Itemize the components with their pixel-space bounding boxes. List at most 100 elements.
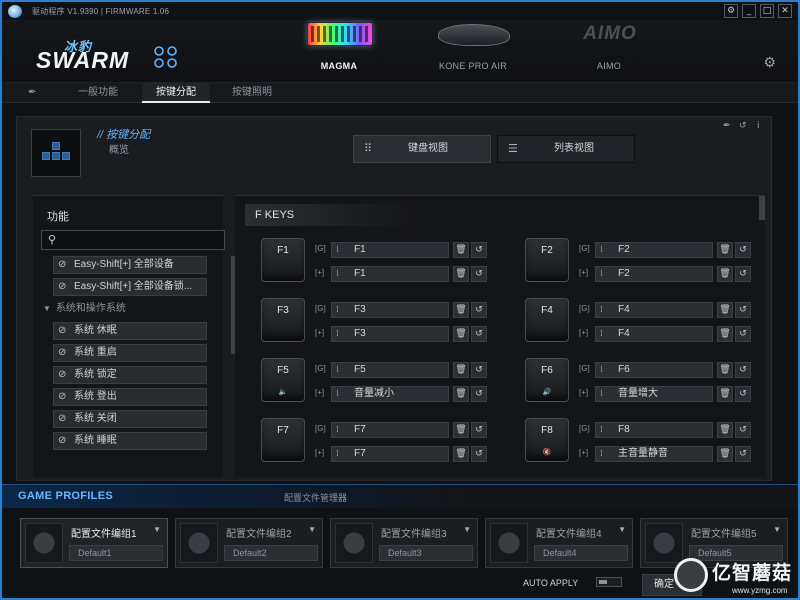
function-item[interactable]: ⊘ 系统 睡眠: [53, 432, 207, 450]
drag-handle-icon[interactable]: ⁞: [600, 303, 603, 317]
pin-icon[interactable]: ✒: [28, 87, 36, 98]
profile-slot[interactable]: 配置文件编组4 ▼ Default4: [485, 518, 633, 568]
trash-icon[interactable]: 🗑: [453, 326, 469, 342]
drag-handle-icon[interactable]: ⁞: [600, 243, 603, 257]
drag-handle-icon[interactable]: ⁞: [336, 363, 339, 377]
tab-general[interactable]: 一般功能: [64, 83, 132, 103]
chevron-down-icon[interactable]: ▼: [463, 525, 471, 534]
trash-icon[interactable]: 🗑: [453, 266, 469, 282]
trash-icon[interactable]: 🗑: [453, 422, 469, 438]
assignment-field[interactable]: ⁞ F4: [595, 302, 713, 318]
drag-handle-icon[interactable]: ⁞: [600, 447, 603, 461]
trash-icon[interactable]: 🗑: [453, 446, 469, 462]
key-cap[interactable]: F2: [525, 238, 569, 282]
assignment-field[interactable]: ⁞ F7: [331, 422, 449, 438]
trash-icon[interactable]: 🗑: [717, 446, 733, 462]
function-item[interactable]: ⊘ 系统 关闭: [53, 410, 207, 428]
tab-key-assignment[interactable]: 按键分配: [142, 83, 210, 103]
reset-icon[interactable]: ↺: [471, 266, 487, 282]
key-cap[interactable]: F3: [261, 298, 305, 342]
reset-icon[interactable]: ↺: [735, 302, 751, 318]
profile-default-field[interactable]: Default1: [69, 545, 163, 561]
chevron-down-icon[interactable]: ▼: [153, 525, 161, 534]
assignment-field[interactable]: ⁞ 音量减小: [331, 386, 449, 402]
assignment-field[interactable]: ⁞ F2: [595, 266, 713, 282]
assignment-field[interactable]: ⁞ F8: [595, 422, 713, 438]
trash-icon[interactable]: 🗑: [717, 302, 733, 318]
fkeys-scrollbar[interactable]: [759, 196, 765, 220]
assignment-field[interactable]: ⁞ F5: [331, 362, 449, 378]
assignment-field[interactable]: ⁞ F4: [595, 326, 713, 342]
reset-icon[interactable]: ↺: [735, 326, 751, 342]
profile-slot[interactable]: 配置文件编组2 ▼ Default2: [175, 518, 323, 568]
assignment-field[interactable]: ⁞ 音量增大: [595, 386, 713, 402]
keyboard-view-button[interactable]: ⠿ 键盘视图: [353, 135, 491, 163]
device-magma[interactable]: MAGMA: [284, 20, 394, 82]
trash-icon[interactable]: 🗑: [717, 386, 733, 402]
key-cap[interactable]: F6 🔊: [525, 358, 569, 402]
profile-manager-tab[interactable]: 配置文件管理器: [284, 491, 347, 504]
trash-icon[interactable]: 🗑: [717, 242, 733, 258]
profile-slot[interactable]: 配置文件编组3 ▼ Default3: [330, 518, 478, 568]
reset-icon[interactable]: ↺: [735, 446, 751, 462]
drag-handle-icon[interactable]: ⁞: [600, 423, 603, 437]
assignment-field[interactable]: ⁞ F7: [331, 446, 449, 462]
drag-handle-icon[interactable]: ⁞: [336, 243, 339, 257]
function-item[interactable]: ⊘ 系统 重启: [53, 344, 207, 362]
key-cap[interactable]: F1: [261, 238, 305, 282]
drag-handle-icon[interactable]: ⁞: [336, 303, 339, 317]
device-aimo[interactable]: AIMO AIMO: [554, 20, 664, 82]
profile-default-field[interactable]: Default2: [224, 545, 318, 561]
drag-handle-icon[interactable]: ⁞: [600, 363, 603, 377]
function-category[interactable]: ▼ 系统和操作系统: [41, 300, 217, 318]
profile-default-field[interactable]: Default4: [534, 545, 628, 561]
drag-handle-icon[interactable]: ⁞: [336, 267, 339, 281]
reset-icon[interactable]: ↺: [471, 242, 487, 258]
reset-icon[interactable]: ↺: [471, 302, 487, 318]
trash-icon[interactable]: 🗑: [453, 242, 469, 258]
reset-icon[interactable]: ↺: [471, 446, 487, 462]
info-icon[interactable]: i: [757, 121, 760, 131]
reset-icon[interactable]: ↺: [735, 266, 751, 282]
reset-icon[interactable]: ↺: [739, 121, 747, 131]
assignment-field[interactable]: ⁞ F2: [595, 242, 713, 258]
drag-handle-icon[interactable]: ⁞: [336, 387, 339, 401]
gear-icon[interactable]: ⚙: [763, 54, 776, 71]
reset-icon[interactable]: ↺: [471, 362, 487, 378]
reset-icon[interactable]: ↺: [735, 362, 751, 378]
minimize-button[interactable]: _: [742, 4, 756, 18]
maximize-button[interactable]: □: [760, 4, 774, 18]
trash-icon[interactable]: 🗑: [453, 386, 469, 402]
function-item[interactable]: ⊘ 系统 休眠: [53, 322, 207, 340]
drag-handle-icon[interactable]: ⁞: [336, 327, 339, 341]
assignment-field[interactable]: ⁞ F6: [595, 362, 713, 378]
assignment-field[interactable]: ⁞ F3: [331, 326, 449, 342]
trash-icon[interactable]: 🗑: [717, 326, 733, 342]
trash-icon[interactable]: 🗑: [717, 422, 733, 438]
search-input[interactable]: ⚲: [41, 230, 225, 250]
reset-icon[interactable]: ↺: [471, 326, 487, 342]
device-kone-pro-air[interactable]: KONE PRO AIR: [418, 20, 528, 82]
reset-icon[interactable]: ↺: [471, 422, 487, 438]
assignment-field[interactable]: ⁞ 主音量静音: [595, 446, 713, 462]
drag-handle-icon[interactable]: ⁞: [600, 267, 603, 281]
chevron-down-icon[interactable]: ▼: [618, 525, 626, 534]
key-cap[interactable]: F7: [261, 418, 305, 462]
function-item[interactable]: ⊘ 系统 登出: [53, 388, 207, 406]
key-cap[interactable]: F5 🔈: [261, 358, 305, 402]
profile-default-field[interactable]: Default3: [379, 545, 473, 561]
trash-icon[interactable]: 🗑: [453, 362, 469, 378]
assignment-field[interactable]: ⁞ F1: [331, 266, 449, 282]
reset-icon[interactable]: ↺: [735, 422, 751, 438]
tab-key-lighting[interactable]: 按键照明: [218, 83, 286, 103]
function-item[interactable]: ⊘ Easy-Shift[+] 全部设备锁...: [53, 278, 207, 296]
function-item[interactable]: ⊘ Easy-Shift[+] 全部设备: [53, 256, 207, 274]
drag-handle-icon[interactable]: ⁞: [600, 387, 603, 401]
key-cap[interactable]: F4: [525, 298, 569, 342]
function-item[interactable]: ⊘ 系统 锁定: [53, 366, 207, 384]
pin-icon[interactable]: ✒: [723, 121, 731, 131]
settings-window-icon[interactable]: ⚙: [724, 4, 738, 18]
key-cap[interactable]: F8 🔇: [525, 418, 569, 462]
close-button[interactable]: ✕: [778, 4, 792, 18]
trash-icon[interactable]: 🗑: [453, 302, 469, 318]
